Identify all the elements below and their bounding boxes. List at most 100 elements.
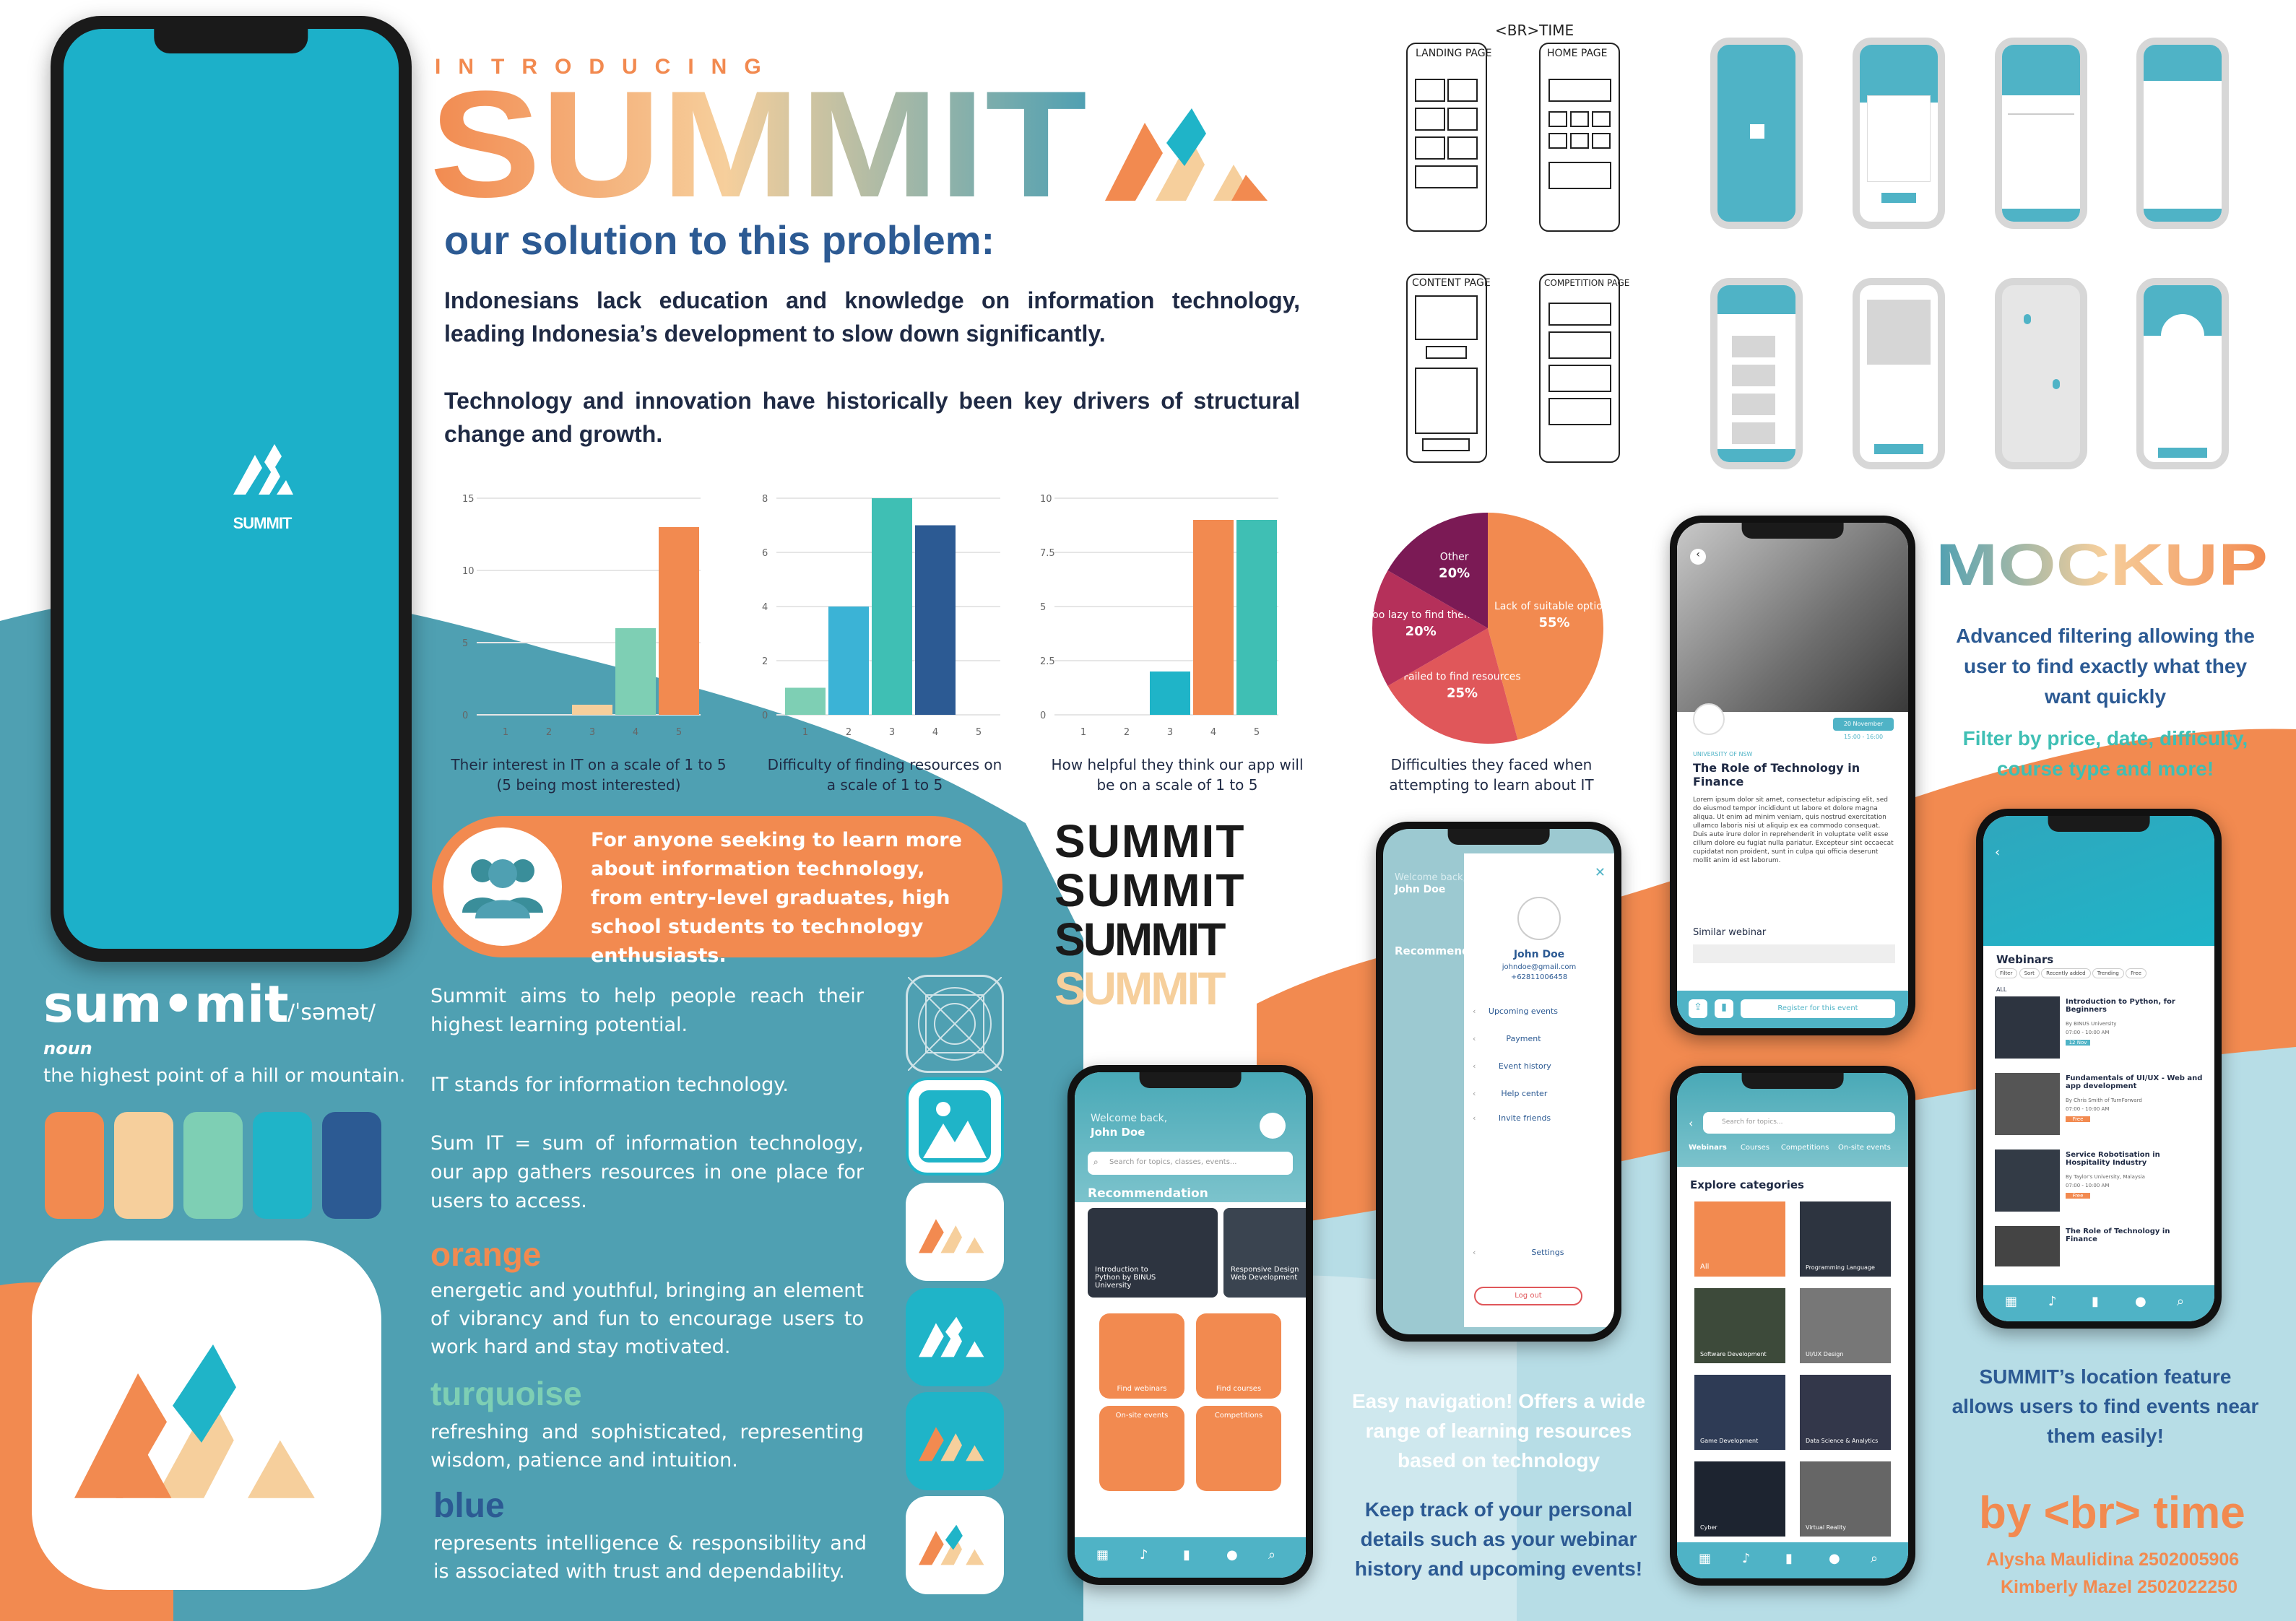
detail-date: 20 November (1833, 718, 1894, 731)
chart3-ytick: 0 (1040, 710, 1046, 721)
chart2-xtick: 2 (846, 727, 852, 738)
chart3-ytick: 7.5 (1040, 548, 1055, 559)
category-all[interactable]: All (1694, 1201, 1785, 1277)
tile-find-courses[interactable]: Find courses (1196, 1313, 1281, 1399)
wordmark-1: SUMMIT (1054, 815, 1246, 867)
tab-competitions[interactable]: Competitions (1781, 1144, 1829, 1152)
category-vr[interactable]: Virtual Reality (1800, 1461, 1891, 1537)
back-icon[interactable]: ‹ (1995, 845, 2000, 860)
back-icon[interactable]: ‹ (1689, 1116, 1693, 1130)
chart2-ytick: 6 (762, 548, 768, 559)
bookmark-icon[interactable]: ▮ (2092, 1294, 2099, 1309)
sketch-label-3: CONTENT PAGE (1412, 277, 1491, 289)
chart1-xtick: 1 (503, 727, 508, 738)
search-icon[interactable]: ⌕ (1871, 1551, 1878, 1566)
register-button[interactable]: Register for this event (1741, 999, 1895, 1018)
turquoise-desc: refreshing and sophisticated, representi… (430, 1421, 864, 1472)
menu-item-payment[interactable]: ‹ Payment (1473, 1034, 1606, 1043)
trending-chip[interactable]: Trending (2092, 968, 2124, 978)
menu-item-help[interactable]: ‹ Help center (1473, 1089, 1606, 1098)
users-icon (462, 859, 543, 918)
category-cyber[interactable]: Cyber (1694, 1461, 1785, 1537)
chart1-caption: Their interest in IT on a scale of 1 to … (451, 756, 727, 794)
definition-pos: noun (43, 1038, 92, 1059)
filter-chip[interactable]: Filter (1995, 968, 2018, 978)
close-icon[interactable]: ✕ (1595, 865, 1606, 880)
icon-variant-2 (906, 1183, 1004, 1281)
bell-icon[interactable]: ♪ (1742, 1551, 1751, 1566)
back-icon[interactable]: ‹ (1690, 549, 1706, 565)
category-software[interactable]: Software Development (1694, 1288, 1785, 1363)
chart3-ytick: 5 (1040, 602, 1046, 613)
mockup-wordmark: MOCKUP (1936, 534, 2268, 592)
problem-text-2: Technology and innovation have historica… (444, 388, 1300, 447)
menu-item-history[interactable]: ‹ Event history (1473, 1061, 1606, 1071)
bookmark-icon[interactable]: ▮ (1715, 999, 1733, 1018)
chart3-xtick: 5 (1254, 727, 1260, 738)
tile-onsite-events[interactable]: On-site events (1099, 1406, 1184, 1491)
tab-courses[interactable]: Courses (1741, 1144, 1769, 1152)
tab-onsite[interactable]: On-site events (1838, 1144, 1891, 1152)
icon-variant-5 (906, 1496, 1004, 1594)
list-item[interactable]: Service Robotisation in Hospitality Indu… (1995, 1150, 2211, 1219)
wireframe-home (1995, 38, 2087, 229)
chart2-xtick: 4 (932, 727, 938, 738)
bell-icon[interactable]: ♪ (2048, 1294, 2057, 1309)
category-programming[interactable]: Programming Language (1800, 1201, 1891, 1277)
pie-value: 25% (1447, 686, 1478, 701)
pie-value: 20% (1405, 624, 1437, 639)
share-icon[interactable]: ⇪ (1689, 999, 1707, 1018)
home-search-input[interactable]: Search for topics, classes, events... (1088, 1152, 1293, 1175)
home-icon[interactable]: ▦ (1699, 1551, 1711, 1566)
explore-search-input[interactable]: Search for topics... (1703, 1112, 1895, 1134)
home-icon[interactable]: ▦ (2005, 1294, 2017, 1309)
hero-phone: SUMMIT (51, 16, 412, 962)
chart2-ytick: 4 (762, 602, 768, 613)
category-uiux[interactable]: UI/UX Design (1800, 1288, 1891, 1363)
logout-button[interactable]: Log out (1474, 1287, 1582, 1305)
profile-icon[interactable]: ● (2135, 1294, 2146, 1309)
wireframe-sketches: LANDING PAGE HOME PAGE CONTENT PAGE COMP… (1406, 43, 1629, 463)
tracking-caption: Keep track of your personal details such… (1354, 1498, 1643, 1580)
sketch-label-1: LANDING PAGE (1416, 48, 1491, 59)
pie-value: 20% (1439, 566, 1470, 581)
search-icon[interactable]: ⌕ (1268, 1547, 1275, 1563)
recent-chip[interactable]: Recently added (2041, 968, 2091, 978)
tab-webinars[interactable]: Webinars (1689, 1144, 1727, 1152)
category-data[interactable]: Data Science & Analytics (1800, 1375, 1891, 1450)
definition-meaning: the highest point of a hill or mountain. (43, 1065, 406, 1087)
list-item[interactable]: Introduction to Python, for Beginners By… (1995, 996, 2211, 1066)
turquoise-title: turquoise (430, 1375, 582, 1412)
sort-chip[interactable]: Sort (2019, 968, 2040, 978)
detail-time: 15:00 - 16:00 (1843, 734, 1884, 740)
menu-item-upcoming[interactable]: ‹ Upcoming events (1473, 1007, 1606, 1016)
bookmark-icon[interactable]: ▮ (1183, 1547, 1190, 1563)
recommendation-card-2[interactable]: Responsive Design Web Development (1223, 1208, 1306, 1298)
similar-webinar-strip[interactable] (1693, 944, 1895, 963)
profile-icon[interactable]: ● (1829, 1551, 1840, 1566)
tile-find-webinars[interactable]: Find webinars (1099, 1313, 1184, 1399)
bell-icon[interactable]: ♪ (1140, 1547, 1148, 1563)
home-recommendation: Recommendation (1088, 1186, 1208, 1201)
recommendation-card-1[interactable]: Introduction to Python by BINUS Universi… (1088, 1208, 1218, 1298)
credits-by: by <br> time (1979, 1488, 2245, 1538)
list-item[interactable]: Fundamentals of UI/UX - Web and app deve… (1995, 1073, 2211, 1142)
pie-label: Other (1440, 552, 1469, 563)
search-icon[interactable]: ⌕ (2177, 1294, 2184, 1309)
menu-item-invite[interactable]: ‹ Invite friends (1473, 1113, 1606, 1123)
bookmark-icon[interactable]: ▮ (1785, 1551, 1793, 1566)
profile-icon[interactable]: ● (1226, 1547, 1238, 1563)
app-icon-large (32, 1240, 381, 1590)
category-game[interactable]: Game Development (1694, 1375, 1785, 1450)
home-icon[interactable]: ▦ (1096, 1547, 1109, 1563)
menu-item-settings[interactable]: ‹ Settings (1473, 1248, 1606, 1257)
chart1-ytick: 15 (462, 494, 475, 505)
audience-banner: For anyone seeking to learn more about i… (432, 816, 1002, 967)
list-item[interactable]: The Role of Technology in Finance (1995, 1226, 2211, 1269)
free-chip[interactable]: Free (2126, 968, 2146, 978)
chart1-bar-4 (615, 628, 656, 715)
tile-competitions[interactable]: Competitions (1196, 1406, 1281, 1491)
chart1-xtick: 2 (546, 727, 552, 738)
avatar[interactable] (1260, 1113, 1286, 1139)
filter-subcaption: Filter by price, date, difficulty, cours… (1962, 727, 2248, 780)
